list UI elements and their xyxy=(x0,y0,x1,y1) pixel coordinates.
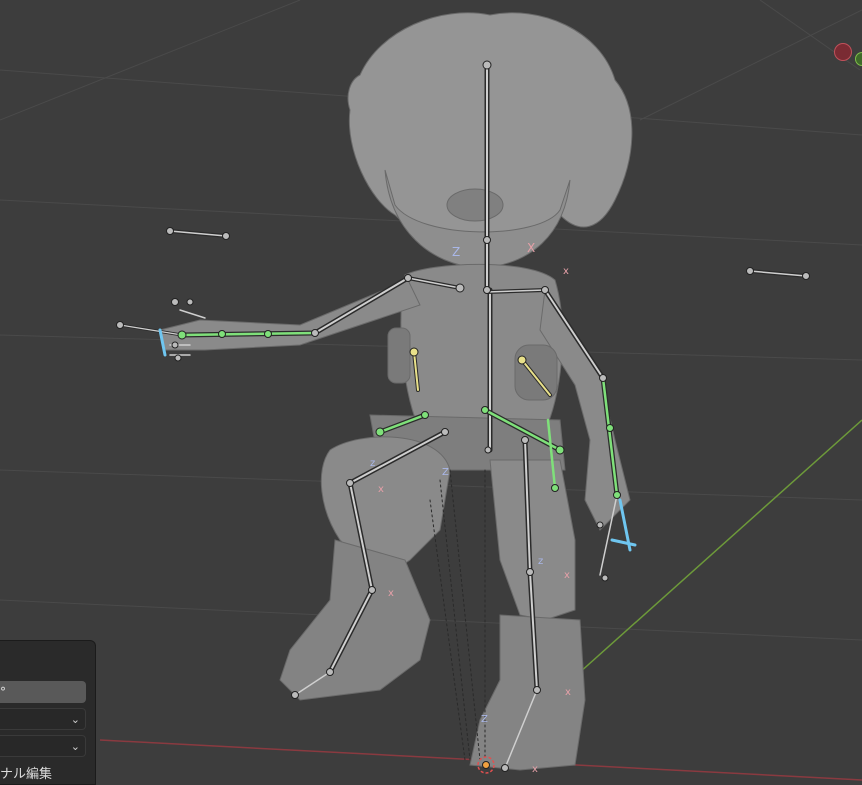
dropdown-2[interactable]: ⌄ xyxy=(0,735,86,757)
x-axis-dot-icon[interactable] xyxy=(834,43,852,61)
viewport-canvas[interactable]: Z X x x x x x x z Z z Z xyxy=(0,0,862,785)
head-z-label: Z xyxy=(452,245,460,259)
bone-x-label-2: x xyxy=(378,484,384,495)
option-label: ナル編集 xyxy=(0,767,53,782)
bone-z-label-3: z xyxy=(538,556,543,567)
3d-viewport[interactable]: Z X x x x x x x z Z z Z xyxy=(0,0,862,785)
bone-z-label-2: Z xyxy=(442,467,449,478)
angle-value: ° xyxy=(0,685,6,699)
y-axis-dot-icon[interactable] xyxy=(855,52,862,66)
angle-field[interactable]: ° xyxy=(0,681,86,703)
bone-z-label-1: z xyxy=(370,458,375,469)
bone-x-label-4: x xyxy=(565,687,571,698)
bone-x-label-1: x xyxy=(563,266,569,277)
dropdown-1[interactable]: ⌄ xyxy=(0,708,86,730)
chevron-down-icon: ⌄ xyxy=(70,713,80,726)
bone-z-label-4: Z xyxy=(481,714,488,725)
operator-panel[interactable]: ° ⌄ ⌄ ナル編集 xyxy=(0,640,96,785)
bone-x-label-5: x xyxy=(532,764,538,775)
chevron-down-icon: ⌄ xyxy=(70,740,80,753)
bone-x-label-3: x xyxy=(564,570,570,581)
character-model xyxy=(159,12,633,771)
bone-x-label-6: x xyxy=(388,588,394,599)
head-x-label: X xyxy=(527,241,535,255)
